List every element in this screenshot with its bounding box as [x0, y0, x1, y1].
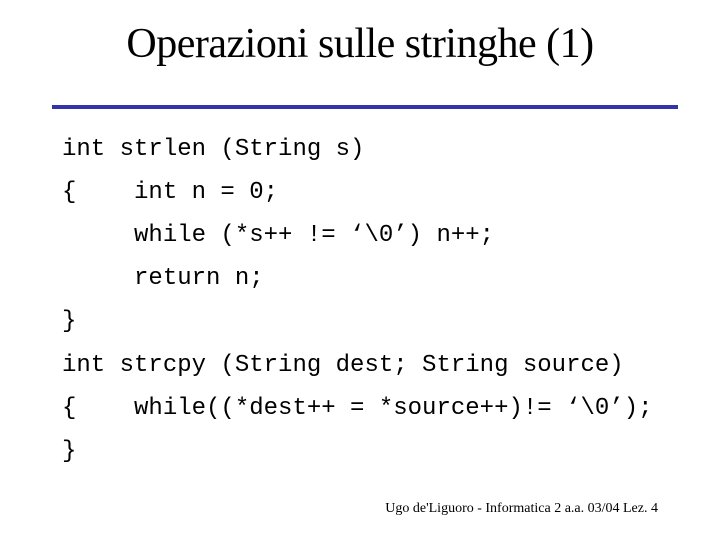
slide-footer: Ugo de'Liguoro - Informatica 2 a.a. 03/0…	[385, 501, 658, 516]
title-divider	[52, 105, 678, 109]
code-line: }	[62, 308, 77, 335]
code-line: { int n = 0;	[62, 179, 279, 206]
code-line: int strcpy (String dest; String source)	[62, 352, 624, 379]
slide-title: Operazioni sulle stringhe (1)	[126, 21, 594, 67]
code-line: while (*s++ != ‘\0’) n++;	[62, 222, 495, 249]
code-line: }	[62, 438, 77, 465]
code-line: int strlen (String s)	[62, 136, 365, 163]
code-line: return n;	[62, 265, 264, 292]
code-line: { while((*dest++ = *source++)!= ‘\0’);	[62, 395, 653, 422]
